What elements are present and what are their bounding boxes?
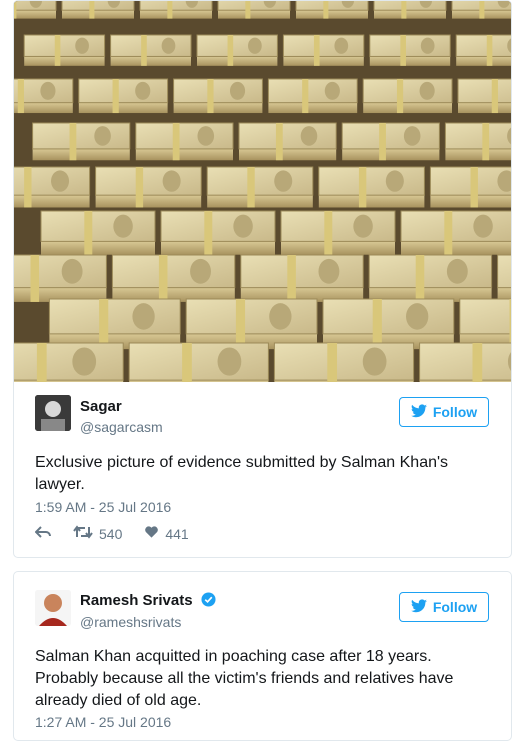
tweet-card: Sagar @sagarcasm Follow Exclusive pictur…: [13, 0, 512, 558]
author-name[interactable]: Ramesh Srivats: [80, 592, 193, 609]
tweet-actions: 540 441: [34, 525, 211, 542]
heart-icon: [144, 525, 159, 542]
author-handle[interactable]: @rameshsrivats: [80, 614, 181, 630]
tweet-card: Ramesh Srivats @rameshsrivats Follow Sal…: [13, 571, 512, 741]
reply-button[interactable]: [34, 525, 51, 542]
like-count: 441: [165, 525, 189, 542]
tweet-timestamp[interactable]: 1:27 AM - 25 Jul 2016: [35, 714, 171, 730]
avatar-sagar[interactable]: [35, 395, 71, 431]
follow-button-label: Follow: [432, 599, 478, 615]
tweet-text: Exclusive picture of evidence submitted …: [35, 454, 449, 493]
tweet-photo-money-stacks[interactable]: [14, 1, 511, 382]
author-handle[interactable]: @sagarcasm: [80, 419, 163, 435]
follow-button[interactable]: Follow: [399, 397, 489, 427]
twitter-bird-icon: [410, 403, 427, 421]
reply-icon: [34, 525, 51, 542]
tweet-text: Salman Khan acquitted in poaching case a…: [35, 648, 454, 709]
verified-badge-icon: [201, 592, 216, 611]
follow-button[interactable]: Follow: [399, 592, 489, 622]
tweet-timestamp[interactable]: 1:59 AM - 25 Jul 2016: [35, 499, 171, 515]
retweet-count: 540: [99, 525, 123, 542]
follow-button-label: Follow: [432, 404, 478, 420]
like-button[interactable]: 441: [144, 525, 189, 542]
author-name[interactable]: Sagar: [80, 398, 122, 415]
twitter-bird-icon: [410, 598, 427, 616]
retweet-button[interactable]: 540: [73, 525, 122, 542]
retweet-icon: [73, 525, 93, 542]
avatar-ramesh-srivats[interactable]: [35, 590, 71, 626]
author-name-row: Ramesh Srivats: [80, 592, 216, 611]
